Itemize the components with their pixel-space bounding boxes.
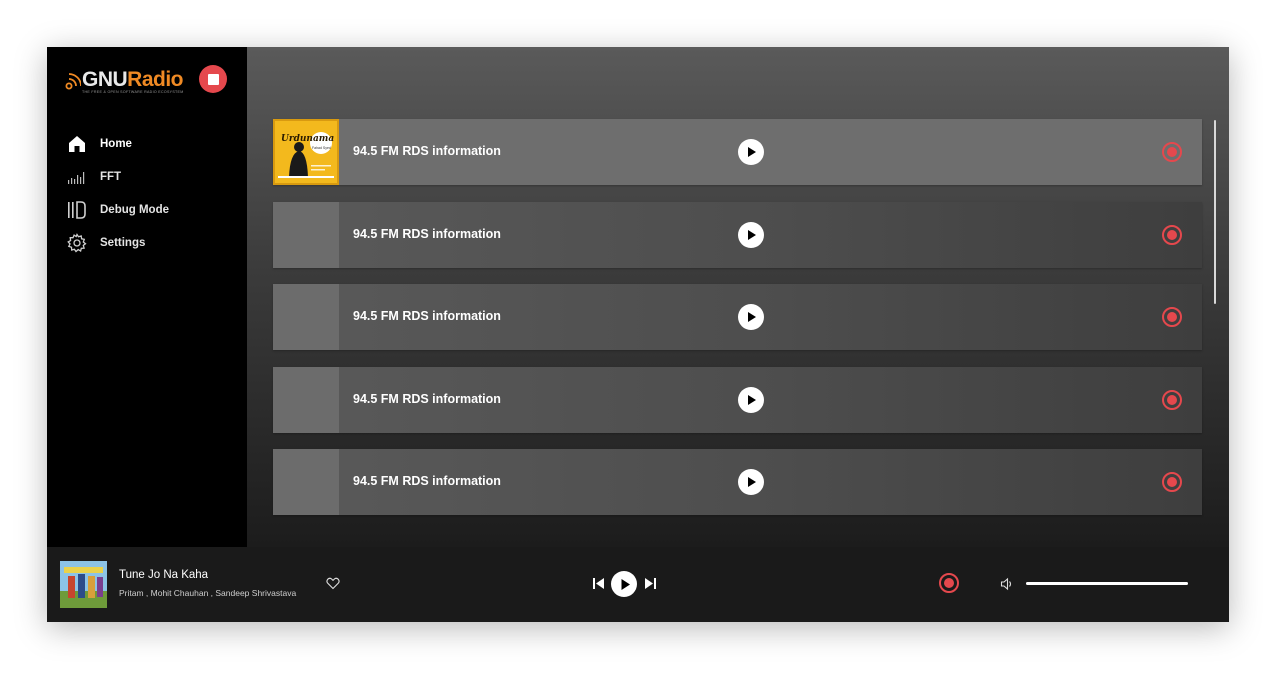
heart-icon[interactable]	[326, 576, 340, 590]
station-row[interactable]: 94.5 FM RDS information	[273, 449, 1202, 515]
scrollbar[interactable]	[1214, 120, 1216, 304]
play-button[interactable]	[738, 386, 764, 413]
debug-icon	[67, 200, 87, 220]
play-icon	[748, 312, 756, 322]
now-playing-title: Tune Jo Na Kaha	[119, 569, 209, 581]
player-bar: Tune Jo Na Kaha Pritam , Mohit Chauhan ,…	[47, 547, 1229, 622]
play-button[interactable]	[738, 139, 764, 165]
sidebar-item-label: Debug Mode	[100, 203, 169, 216]
skip-previous-icon[interactable]	[592, 577, 605, 590]
station-title: 94.5 FM RDS information	[353, 474, 501, 488]
sidebar-nav: Home FFT Debug Mode Settings	[67, 127, 237, 259]
sidebar: GNURadio The Free & Open Software Radio …	[47, 47, 247, 547]
sidebar-item-home[interactable]: Home	[67, 127, 237, 160]
sidebar-item-label: FFT	[100, 170, 122, 183]
home-icon	[67, 134, 87, 154]
artwork-title: Urdunama	[281, 134, 335, 144]
app-window: GNURadio The Free & Open Software Radio …	[47, 47, 1229, 622]
station-title: 94.5 FM RDS information	[353, 226, 501, 241]
main-content: Urdunama Fahad Syed 94.5 FM RDS informat…	[247, 47, 1229, 547]
record-icon[interactable]	[938, 572, 960, 594]
station-artwork-placeholder	[273, 284, 339, 350]
artwork-subtitle: Fahad Syed	[312, 146, 331, 150]
skip-next-icon[interactable]	[644, 577, 657, 590]
volume-slider[interactable]	[1026, 582, 1188, 585]
sidebar-item-debug-mode[interactable]: Debug Mode	[67, 193, 237, 226]
record-icon[interactable]	[1161, 306, 1183, 328]
sidebar-item-fft[interactable]: FFT	[67, 160, 237, 193]
station-title: 94.5 FM RDS information	[353, 309, 501, 323]
gear-icon	[67, 232, 87, 253]
gnuradio-logo: GNURadio The Free & Open Software Radio …	[65, 67, 215, 97]
play-button[interactable]	[738, 304, 764, 330]
play-icon	[748, 229, 756, 240]
station-row[interactable]: 94.5 FM RDS information	[273, 284, 1202, 350]
play-icon	[621, 578, 630, 590]
sidebar-item-settings[interactable]: Settings	[67, 226, 237, 259]
station-artwork: Urdunama Fahad Syed	[273, 119, 339, 185]
album-cover	[60, 561, 107, 608]
logo-radio-text: Radio	[127, 68, 184, 91]
sidebar-item-label: Home	[100, 137, 132, 150]
play-button[interactable]	[738, 221, 764, 248]
station-row[interactable]: Urdunama Fahad Syed 94.5 FM RDS informat…	[273, 119, 1202, 185]
record-icon[interactable]	[1161, 471, 1183, 493]
station-row[interactable]: 94.5 FM RDS information	[273, 366, 1202, 433]
play-icon	[748, 147, 756, 157]
volume-slider-fill	[1026, 582, 1188, 585]
play-icon	[748, 394, 756, 405]
play-icon	[748, 477, 756, 487]
station-artwork-placeholder	[273, 201, 339, 268]
sidebar-item-label: Settings	[100, 236, 146, 249]
record-icon[interactable]	[1161, 141, 1183, 163]
station-title: 94.5 FM RDS information	[353, 391, 501, 406]
player-play-button[interactable]	[611, 571, 637, 597]
play-button[interactable]	[738, 469, 764, 495]
record-icon[interactable]	[1161, 389, 1183, 411]
logo-tagline: The Free & Open Software Radio Ecosystem	[82, 90, 184, 94]
station-artwork-placeholder	[273, 449, 339, 515]
station-list: Urdunama Fahad Syed 94.5 FM RDS informat…	[273, 119, 1202, 532]
now-playing-artists: Pritam , Mohit Chauhan , Sandeep Shrivas…	[119, 588, 297, 598]
station-artwork-placeholder	[273, 366, 339, 433]
station-title: 94.5 FM RDS information	[353, 144, 501, 158]
signal-bars-icon	[67, 167, 87, 187]
stop-icon	[207, 73, 219, 85]
stop-button[interactable]	[199, 65, 227, 93]
radio-waves-icon	[65, 73, 81, 90]
volume-icon[interactable]	[1000, 577, 1014, 591]
logo-gnu-text: GNU	[82, 68, 128, 91]
record-icon[interactable]	[1161, 224, 1183, 246]
station-row[interactable]: 94.5 FM RDS information	[273, 201, 1202, 268]
